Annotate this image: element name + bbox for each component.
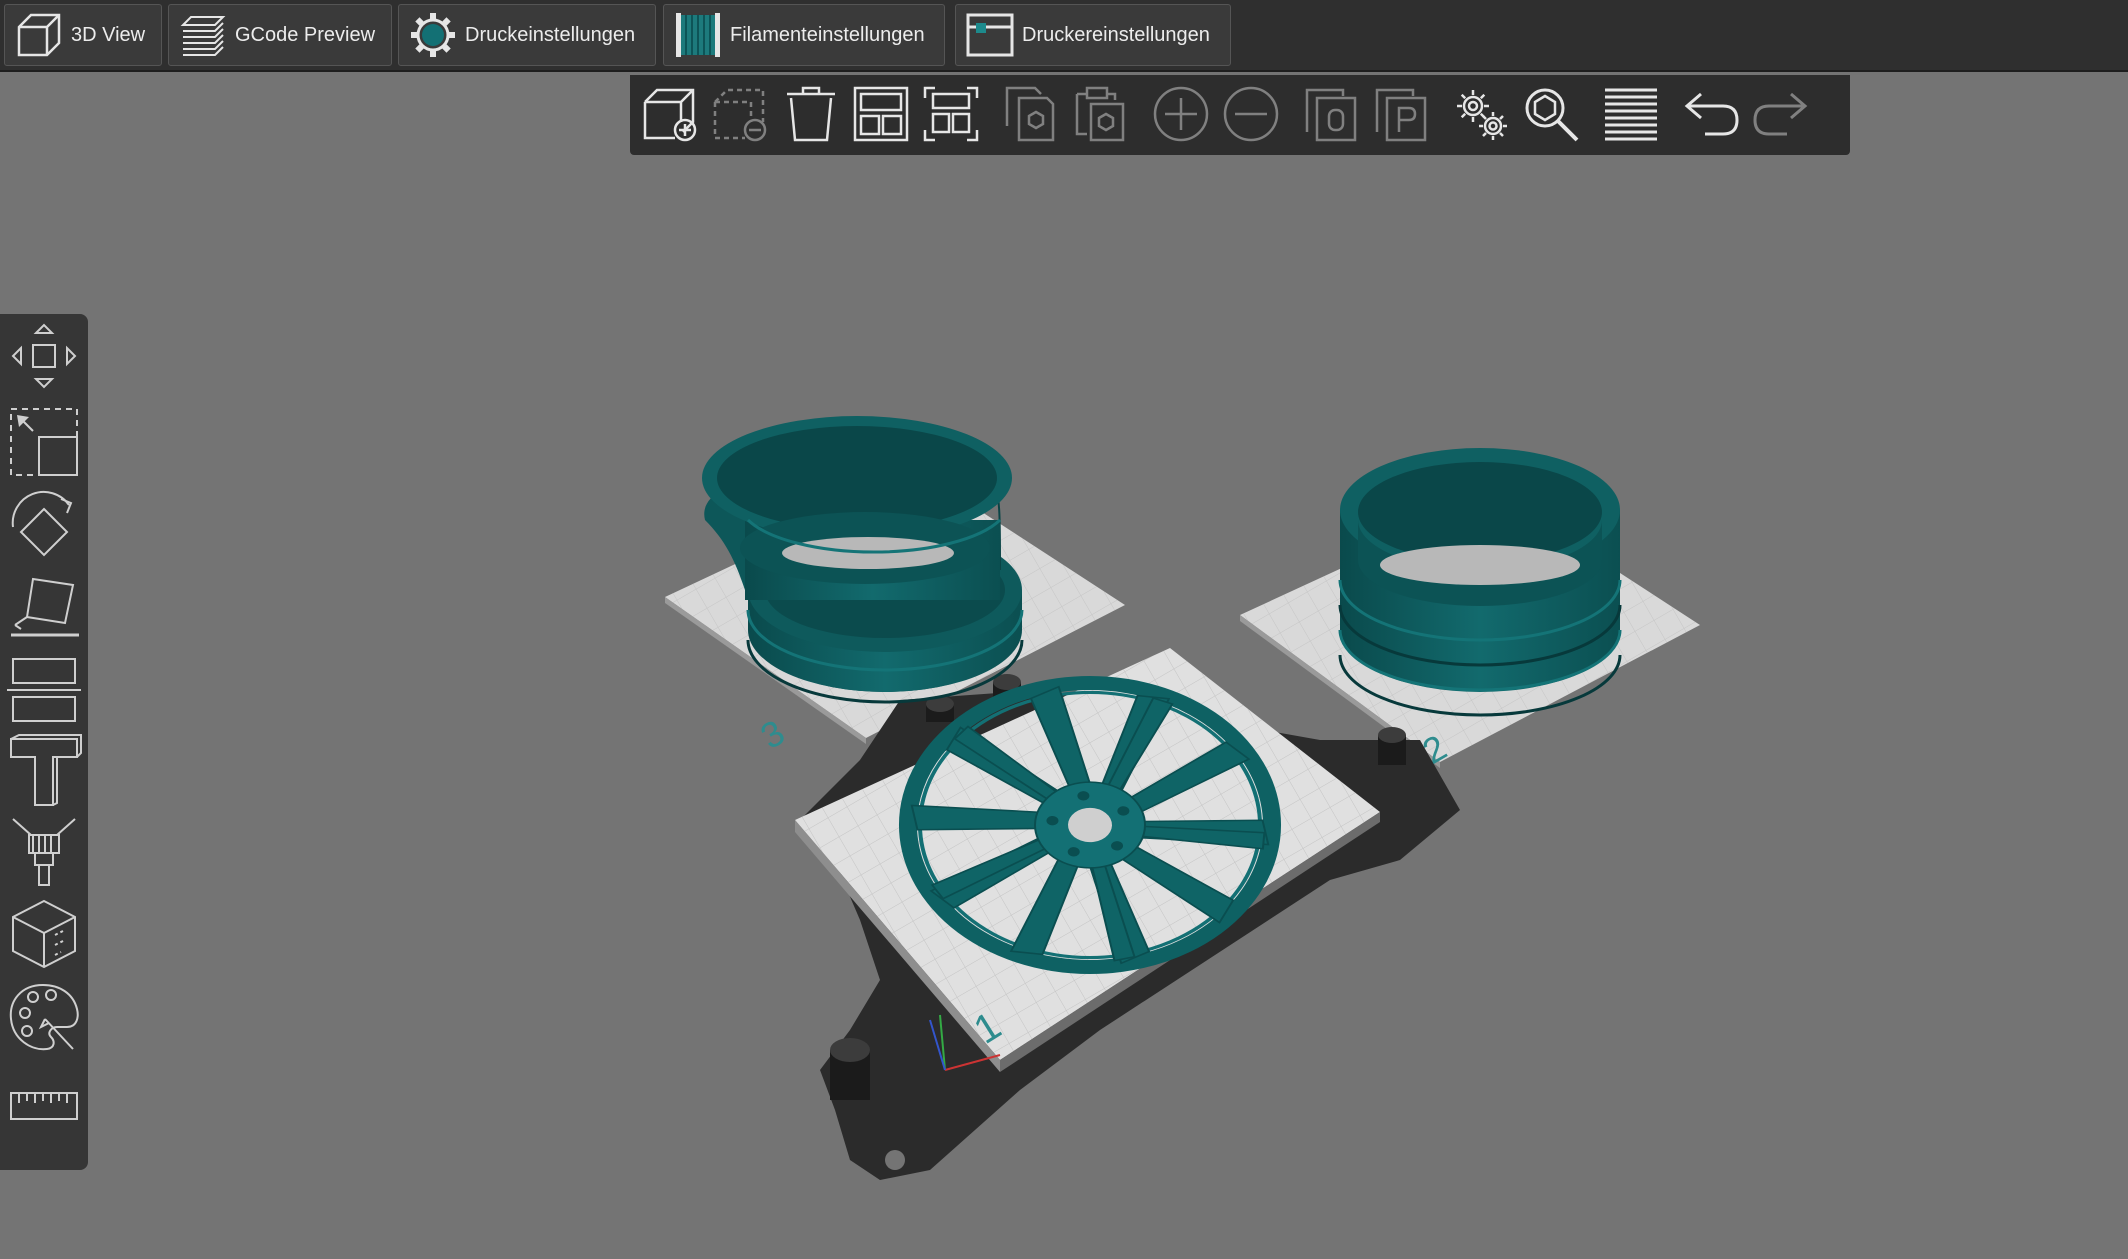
3d-viewport[interactable]: 3 2 1 [88,155,2128,1259]
plate-number-3: 3 [754,711,792,757]
